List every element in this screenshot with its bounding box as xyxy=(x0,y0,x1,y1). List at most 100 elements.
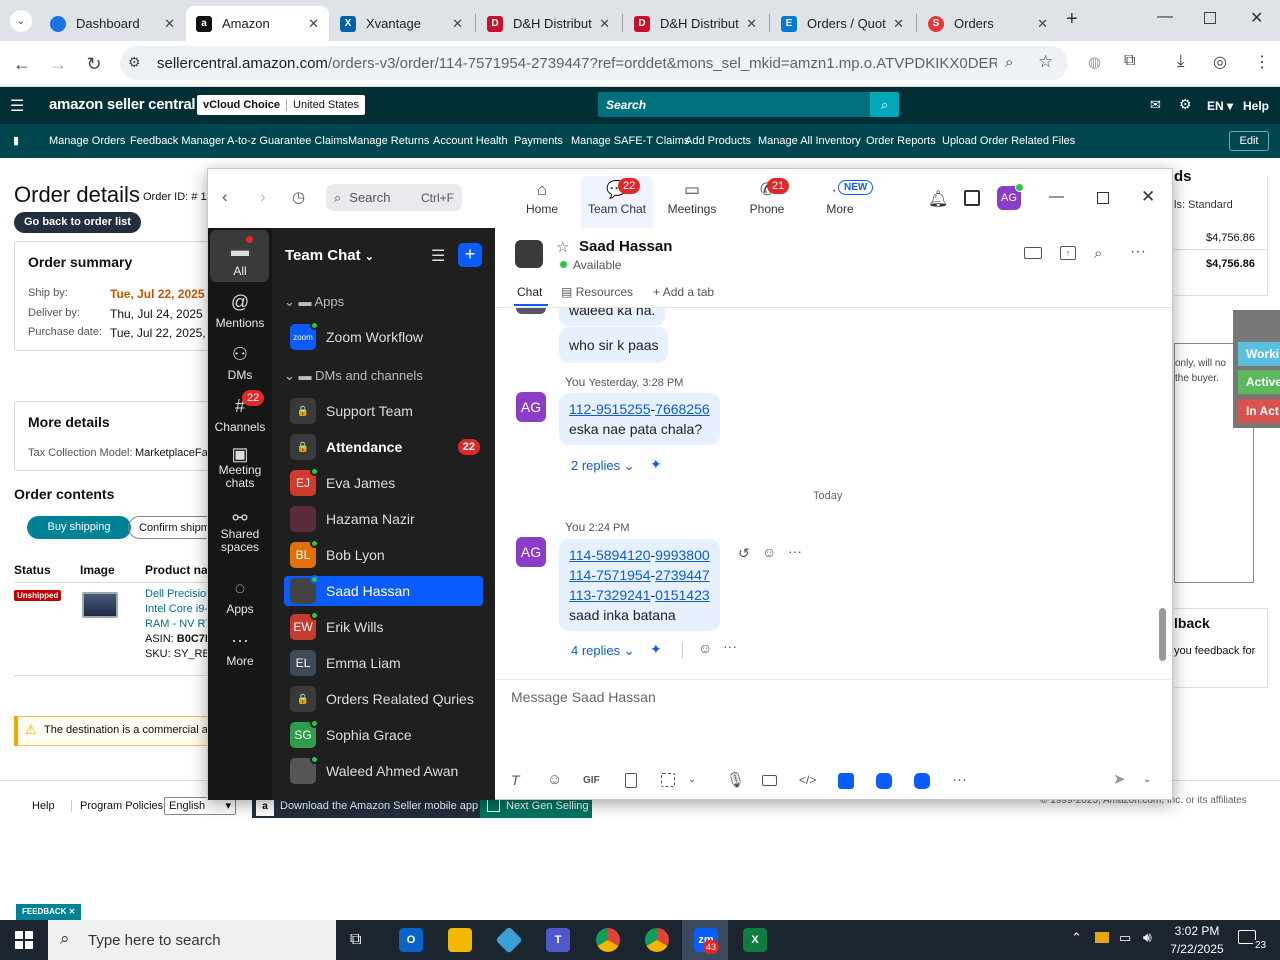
nav-manage-orders[interactable]: Manage Orders xyxy=(49,135,125,147)
mail-icon[interactable]: ✉ xyxy=(1150,97,1161,113)
rail-mentions[interactable]: @ Mentions xyxy=(212,292,268,330)
replies-link[interactable]: 2 replies ⌄ xyxy=(571,458,635,474)
rail-more[interactable]: ··· More xyxy=(212,630,268,668)
close-icon[interactable]: ✕ xyxy=(893,16,904,32)
order-link[interactable]: 114-7571954 xyxy=(569,567,650,583)
download-icon[interactable]: ⤓ xyxy=(1177,51,1185,71)
chat-list-title[interactable]: Team Chat ⌄ xyxy=(285,247,374,264)
nav-manage-returns[interactable]: Manage Returns xyxy=(348,135,429,147)
contact-avatar[interactable] xyxy=(515,240,543,268)
filter-icon[interactable]: ☰ xyxy=(431,246,445,266)
microphone-icon[interactable]: 🎙︎ xyxy=(726,771,745,789)
tab-add[interactable]: + Add a tab xyxy=(653,285,714,299)
rail-shared-spaces[interactable]: ⚯ Shared spaces xyxy=(212,509,268,554)
zoom-lens-icon[interactable]: ⌕ xyxy=(1005,54,1013,71)
screenshot-icon[interactable] xyxy=(661,773,675,787)
nav-order-reports[interactable]: Order Reports xyxy=(866,135,936,147)
browser-tab-dh-1[interactable]: D D&H Distribut ✕ xyxy=(477,6,620,41)
product-title-line-3[interactable]: RAM - NV RT xyxy=(145,618,212,630)
nav-payments[interactable]: Payments xyxy=(514,135,563,147)
amazon-logo[interactable]: amazon seller central xyxy=(49,96,196,113)
nav-upload-files[interactable]: Upload Order Related Files xyxy=(942,135,1075,147)
replies-link[interactable]: 4 replies ⌄ xyxy=(571,643,635,659)
order-link[interactable]: 112-9515255 xyxy=(569,401,650,417)
list-item-saad-hassan[interactable]: Saad Hassan xyxy=(290,575,480,607)
close-icon[interactable]: ✕ xyxy=(452,16,463,32)
product-title-line-2[interactable]: Intel Core i9- xyxy=(145,603,208,615)
tab-team-chat[interactable]: 💬 Team Chat xyxy=(583,180,651,216)
nav-account-health[interactable]: Account Health xyxy=(433,135,508,147)
extensions-icon[interactable]: ⧉ xyxy=(1124,52,1135,70)
close-icon[interactable]: ✕ xyxy=(164,16,175,32)
code-icon[interactable]: </> xyxy=(799,773,816,787)
list-item-support-team[interactable]: 🔒 Support Team xyxy=(290,395,480,427)
app-icon-2[interactable] xyxy=(876,773,892,789)
site-info-icon[interactable]: ⚙ xyxy=(128,54,141,71)
browser-tab-orders[interactable]: S Orders ✕ xyxy=(918,6,1058,41)
url-text[interactable]: sellercentral.amazon.com/orders-v3/order… xyxy=(157,55,997,72)
close-window-icon[interactable]: ✕ xyxy=(1250,8,1263,28)
tab-chat[interactable]: Chat xyxy=(517,285,542,299)
emoji-reaction-icon[interactable]: ☺ xyxy=(698,640,712,656)
tab-home[interactable]: ⌂ Home xyxy=(508,180,576,216)
text-format-icon[interactable]: T xyxy=(511,772,520,788)
favorite-star-icon[interactable]: ☆ xyxy=(556,238,569,256)
close-icon[interactable]: ✕ xyxy=(599,16,610,32)
order-link[interactable]: 2739447 xyxy=(655,567,710,583)
browser-tab-dh-2[interactable]: D D&H Distribut ✕ xyxy=(624,6,767,41)
nav-atoz-claims[interactable]: A-to-z Guarantee Claims xyxy=(227,135,348,147)
minimize-icon[interactable]: — xyxy=(1157,8,1173,26)
hamburger-menu-icon[interactable]: ☰ xyxy=(10,96,24,116)
browser-tab-xvantage[interactable]: X Xvantage ✕ xyxy=(330,6,473,41)
search-button[interactable]: ⌕ xyxy=(870,92,899,117)
tab-search-button[interactable]: ⌄ xyxy=(10,10,32,32)
section-dms-channels[interactable]: ⌄ ▬ DMs and channels xyxy=(284,368,423,384)
close-icon[interactable]: ✕ xyxy=(746,16,757,32)
close-icon[interactable]: ✕ xyxy=(1037,16,1048,32)
list-item-emma-liam[interactable]: EL Emma Liam xyxy=(290,647,480,679)
rail-all[interactable]: ▬ All xyxy=(212,240,268,278)
bell-icon[interactable]: 🔔︎ xyxy=(928,189,948,209)
browser-tab-orders-quotes[interactable]: E Orders / Quot ✕ xyxy=(771,6,914,41)
teams-icon[interactable]: T xyxy=(546,928,570,952)
app-icon-3[interactable] xyxy=(914,773,930,789)
file-explorer-icon[interactable] xyxy=(448,928,472,952)
new-chat-button[interactable]: + xyxy=(458,243,482,267)
calendar-icon[interactable] xyxy=(964,190,980,206)
back-to-order-list-button[interactable]: Go back to order list xyxy=(14,212,141,233)
message-more-icon[interactable]: ··· xyxy=(723,638,737,654)
status-tab-working[interactable]: Worki xyxy=(1238,342,1280,366)
emoji-icon[interactable]: ☺ xyxy=(547,771,562,788)
language-selector[interactable]: EN ▾ xyxy=(1207,99,1233,113)
product-image[interactable] xyxy=(82,592,118,618)
excel-icon[interactable]: X xyxy=(743,928,767,952)
video-message-icon[interactable] xyxy=(762,775,777,786)
list-item-hazama-nazir[interactable]: Hazama Nazir xyxy=(290,503,480,535)
zoom-minimize-icon[interactable]: — xyxy=(1049,188,1064,205)
close-icon[interactable]: ✕ xyxy=(308,16,319,32)
chrome-icon[interactable] xyxy=(596,928,620,952)
amazon-search-input[interactable]: Search xyxy=(598,92,870,117)
forward-arrow-icon[interactable]: → xyxy=(46,52,70,76)
file-icon[interactable] xyxy=(625,773,637,788)
list-item-eva-james[interactable]: EJ Eva James xyxy=(290,467,480,499)
browser-tab-amazon[interactable]: a Amazon ✕ xyxy=(186,6,329,41)
ai-sparkle-icon[interactable]: ✦ xyxy=(650,641,662,658)
bookmark-pin-icon[interactable]: ▮ xyxy=(13,134,19,147)
task-view-icon[interactable]: ⧉ xyxy=(350,931,361,949)
reply-icon[interactable]: ↺ xyxy=(738,545,750,562)
chat-search-icon[interactable]: ⌕ xyxy=(1094,245,1102,262)
edit-nav-button[interactable]: Edit xyxy=(1229,131,1269,151)
translate-icon[interactable]: ◍ xyxy=(1088,53,1101,71)
chevron-down-icon[interactable]: ⌄ xyxy=(688,774,696,785)
app-icon-1[interactable] xyxy=(838,773,854,789)
restore-icon[interactable] xyxy=(1204,12,1216,24)
zoom-maximize-icon[interactable] xyxy=(1097,192,1109,204)
footer-policies-link[interactable]: Program Policies xyxy=(71,800,163,812)
ai-sparkle-icon[interactable]: ✦ xyxy=(650,456,662,473)
section-apps[interactable]: ⌄ ▬ Apps xyxy=(284,294,344,310)
list-item-bob-lyon[interactable]: BL Bob Lyon xyxy=(290,539,480,571)
bookmark-star-icon[interactable]: ☆ xyxy=(1038,52,1053,72)
order-link[interactable]: 9993800 xyxy=(655,547,710,563)
message-input[interactable]: Message Saad Hassan xyxy=(511,689,1151,705)
